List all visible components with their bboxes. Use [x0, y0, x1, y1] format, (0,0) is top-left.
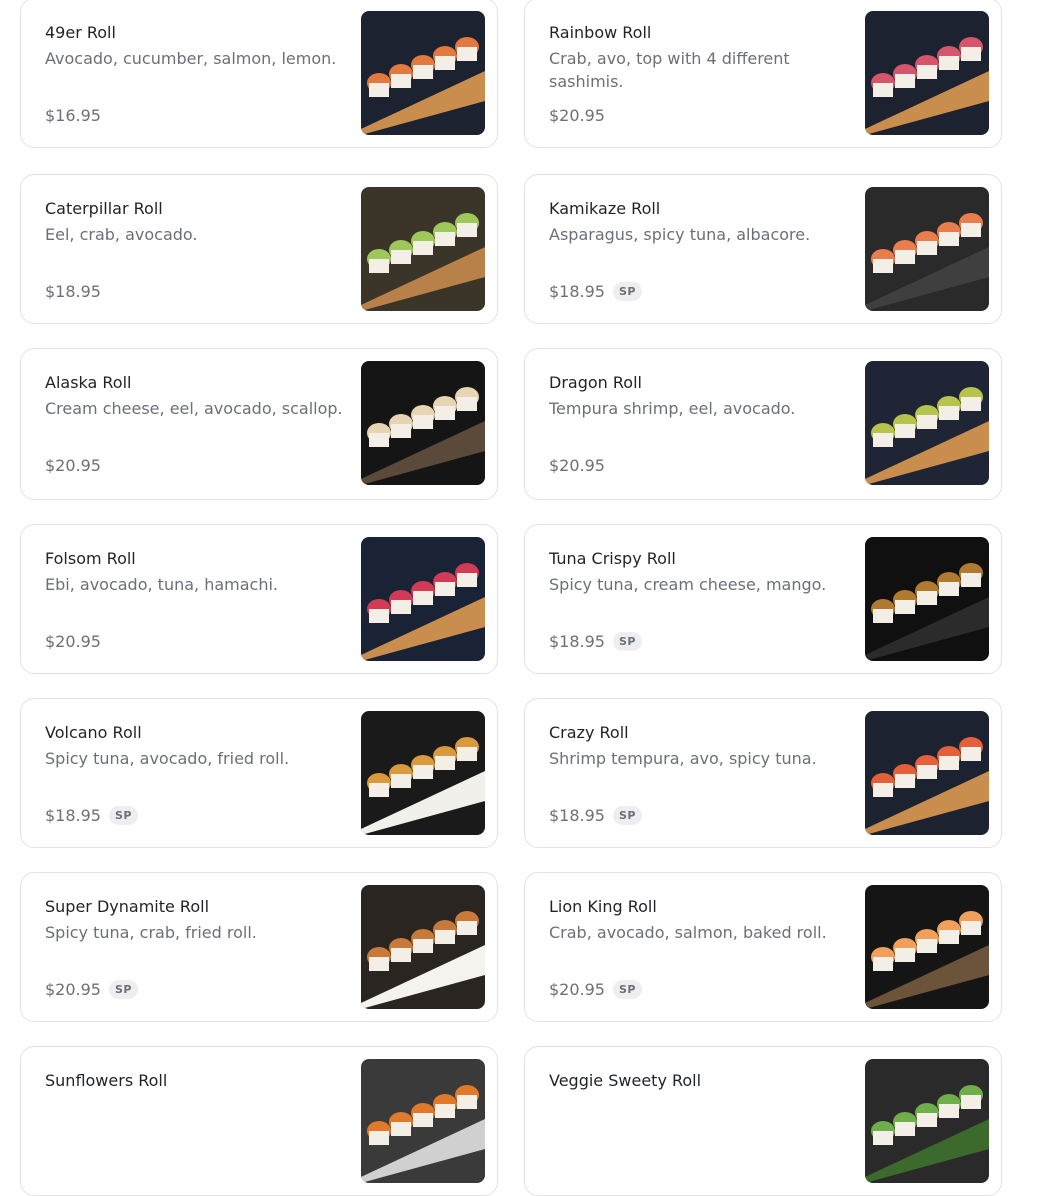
- item-name: Volcano Roll: [45, 723, 142, 742]
- item-price: $20.95: [549, 106, 605, 125]
- item-photo: [865, 537, 989, 661]
- item-description: Cream cheese, eel, avocado, scallop.: [45, 399, 343, 418]
- menu-item-card[interactable]: Volcano Roll Spicy tuna, avocado, fried …: [20, 698, 498, 848]
- item-name: Dragon Roll: [549, 373, 642, 392]
- menu-item-card[interactable]: Super Dynamite Roll Spicy tuna, crab, fr…: [20, 872, 498, 1022]
- menu-item-card[interactable]: Folsom Roll Ebi, avocado, tuna, hamachi.…: [20, 524, 498, 674]
- item-price: $18.95: [549, 806, 605, 825]
- menu-item-card[interactable]: Sunflowers Roll: [20, 1046, 498, 1196]
- food-photo-icon: [361, 537, 485, 661]
- spicy-badge: SP: [612, 282, 642, 301]
- menu-item-card[interactable]: Tuna Crispy Roll Spicy tuna, cream chees…: [524, 524, 1002, 674]
- item-photo: [361, 11, 485, 135]
- item-name: Tuna Crispy Roll: [549, 549, 676, 568]
- item-photo: [361, 885, 485, 1009]
- item-photo: [865, 361, 989, 485]
- item-description: Crab, avocado, salmon, baked roll.: [549, 923, 827, 942]
- item-description: Asparagus, spicy tuna, albacore.: [549, 225, 811, 244]
- food-photo-icon: [361, 361, 485, 485]
- item-name: Kamikaze Roll: [549, 199, 661, 218]
- item-name: Super Dynamite Roll: [45, 897, 210, 916]
- item-description: Crab, avo, top with 4 different sashimis…: [549, 49, 790, 91]
- item-photo: [361, 1059, 485, 1183]
- food-photo-icon: [361, 187, 485, 311]
- item-photo: [361, 711, 485, 835]
- menu-item-card[interactable]: Dragon Roll Tempura shrimp, eel, avocado…: [524, 348, 1002, 500]
- menu-item-card[interactable]: Lion King Roll Crab, avocado, salmon, ba…: [524, 872, 1002, 1022]
- item-photo: [865, 11, 989, 135]
- menu-item-card[interactable]: Veggie Sweety Roll: [524, 1046, 1002, 1196]
- item-description: Spicy tuna, crab, fried roll.: [45, 923, 257, 942]
- item-description: Spicy tuna, cream cheese, mango.: [549, 575, 827, 594]
- food-photo-icon: [865, 711, 989, 835]
- item-name: Lion King Roll: [549, 897, 657, 916]
- item-price: $18.95: [45, 282, 101, 301]
- food-photo-icon: [865, 1059, 989, 1183]
- item-description: Eel, crab, avocado.: [45, 225, 198, 244]
- food-photo-icon: [361, 711, 485, 835]
- item-photo: [361, 187, 485, 311]
- item-name: 49er Roll: [45, 23, 116, 42]
- item-photo: [865, 711, 989, 835]
- food-photo-icon: [865, 11, 989, 135]
- item-price: $20.95: [45, 980, 101, 999]
- item-name: Caterpillar Roll: [45, 199, 163, 218]
- item-price: $16.95: [45, 106, 101, 125]
- menu-item-card[interactable]: 49er Roll Avocado, cucumber, salmon, lem…: [20, 0, 498, 148]
- item-name: Folsom Roll: [45, 549, 136, 568]
- spicy-badge: SP: [612, 806, 642, 825]
- food-photo-icon: [361, 11, 485, 135]
- food-photo-icon: [865, 885, 989, 1009]
- menu-item-card[interactable]: Alaska Roll Cream cheese, eel, avocado, …: [20, 348, 498, 500]
- menu-item-card[interactable]: Rainbow Roll Crab, avo, top with 4 diffe…: [524, 0, 1002, 148]
- menu-item-card[interactable]: Kamikaze Roll Asparagus, spicy tuna, alb…: [524, 174, 1002, 324]
- spicy-badge: SP: [108, 980, 138, 999]
- spicy-badge: SP: [108, 806, 138, 825]
- item-description: Avocado, cucumber, salmon, lemon.: [45, 49, 337, 68]
- item-name: Veggie Sweety Roll: [549, 1071, 702, 1090]
- item-description: Tempura shrimp, eel, avocado.: [549, 399, 796, 418]
- food-photo-icon: [361, 885, 485, 1009]
- item-price: $18.95: [45, 806, 101, 825]
- item-price: $20.95: [45, 456, 101, 475]
- item-name: Crazy Roll: [549, 723, 629, 742]
- item-price: $18.95: [549, 282, 605, 301]
- item-name: Alaska Roll: [45, 373, 132, 392]
- item-name: Rainbow Roll: [549, 23, 652, 42]
- item-description: Shrimp tempura, avo, spicy tuna.: [549, 749, 817, 768]
- food-photo-icon: [865, 537, 989, 661]
- item-price: $20.95: [45, 632, 101, 651]
- item-photo: [865, 187, 989, 311]
- item-photo: [865, 885, 989, 1009]
- item-price: $20.95: [549, 980, 605, 999]
- spicy-badge: SP: [612, 980, 642, 999]
- item-description: Spicy tuna, avocado, fried roll.: [45, 749, 290, 768]
- item-photo: [361, 537, 485, 661]
- item-photo: [361, 361, 485, 485]
- item-photo: [865, 1059, 989, 1183]
- item-name: Sunflowers Roll: [45, 1071, 168, 1090]
- food-photo-icon: [865, 361, 989, 485]
- food-photo-icon: [865, 187, 989, 311]
- item-description: Ebi, avocado, tuna, hamachi.: [45, 575, 278, 594]
- item-price: $18.95: [549, 632, 605, 651]
- food-photo-icon: [361, 1059, 485, 1183]
- menu-item-card[interactable]: Crazy Roll Shrimp tempura, avo, spicy tu…: [524, 698, 1002, 848]
- spicy-badge: SP: [612, 632, 642, 651]
- item-price: $20.95: [549, 456, 605, 475]
- menu-item-card[interactable]: Caterpillar Roll Eel, crab, avocado. $18…: [20, 174, 498, 324]
